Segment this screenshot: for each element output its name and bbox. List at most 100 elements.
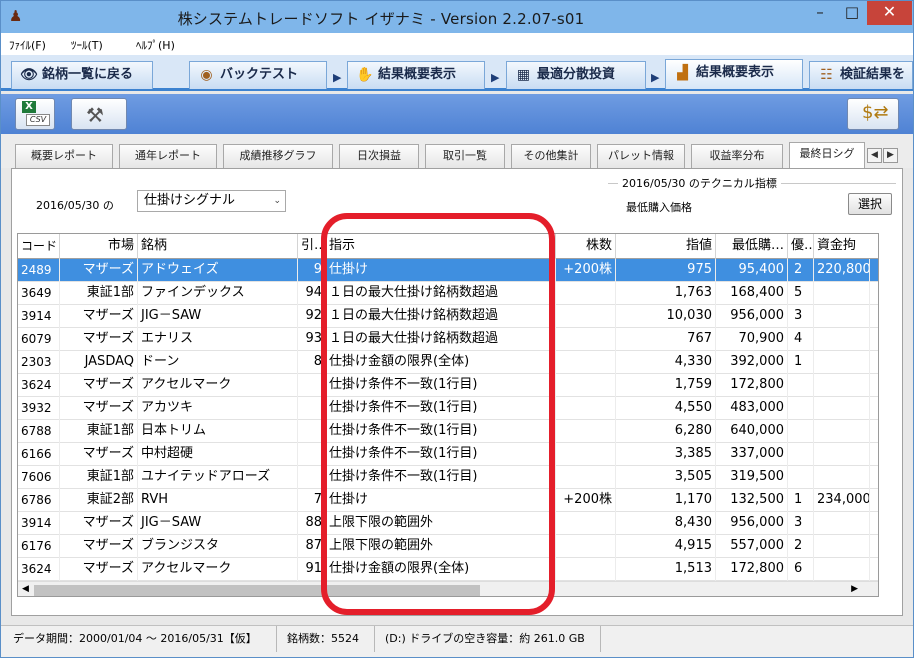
tab-prev-button[interactable]: ◀ bbox=[867, 148, 882, 163]
cell-code: 3914 bbox=[18, 305, 60, 328]
maximize-button[interactable]: □ bbox=[837, 1, 867, 25]
signal-type-select[interactable]: 仕掛けシグナル ⌄ bbox=[137, 190, 286, 212]
arrow-right-icon: ▶ bbox=[333, 71, 342, 84]
cell-fund bbox=[814, 328, 870, 351]
subtab-summary-report[interactable]: 概要レポート bbox=[15, 144, 113, 168]
column-header-priority[interactable]: 優… bbox=[788, 234, 814, 259]
subtab-performance-graph[interactable]: 成績推移グラフ bbox=[223, 144, 333, 168]
column-header-fund[interactable]: 資金拘 bbox=[814, 234, 878, 259]
title-bar[interactable]: ♟ 株システムトレードソフト イザナミ - Version 2.2.07-s01… bbox=[1, 1, 913, 33]
status-bar: データ期間：2000/01/04 ～ 2016/05/31【仮】 銘柄数：552… bbox=[1, 625, 913, 657]
cell-min-buy: 557,000 bbox=[716, 535, 788, 558]
tab-result-summary-2[interactable]: ▟ 結果概要表示 bbox=[665, 59, 803, 89]
status-data-period: データ期間：2000/01/04 ～ 2016/05/31【仮】 bbox=[9, 626, 277, 652]
menu-file[interactable]: ﾌｧｲﾙ(F) bbox=[9, 37, 46, 53]
cell-price: 3,385 bbox=[616, 443, 716, 466]
cell-code: 6786 bbox=[18, 489, 60, 512]
subtab-annual-report[interactable]: 通年レポート bbox=[119, 144, 217, 168]
cell-market: マザーズ bbox=[60, 443, 138, 466]
menu-help[interactable]: ﾍﾙﾌﾟ(H) bbox=[136, 37, 175, 53]
cell-priority: 2 bbox=[788, 535, 814, 558]
cell-shares bbox=[556, 512, 616, 535]
cell-market: 東証2部 bbox=[60, 489, 138, 512]
cell-market: 東証1部 bbox=[60, 282, 138, 305]
column-header-shares[interactable]: 株数 bbox=[556, 234, 616, 259]
indicator-label: 最低購入価格 bbox=[626, 201, 692, 214]
cell-priority: 3 bbox=[788, 305, 814, 328]
tab-label: 最適分散投資 bbox=[537, 67, 616, 82]
signal-type-value: 仕掛けシグナル bbox=[144, 193, 236, 208]
tab-back-to-list[interactable]: 👁 銘柄一覧に戻る bbox=[11, 61, 153, 89]
cell-min-buy: 70,900 bbox=[716, 328, 788, 351]
cell-code: 6788 bbox=[18, 420, 60, 443]
column-header-market[interactable]: 市場 bbox=[60, 234, 138, 259]
cell-price: 767 bbox=[616, 328, 716, 351]
tools-button[interactable]: ⚒ bbox=[71, 98, 127, 130]
subtab-palette-info[interactable]: パレット情報 bbox=[597, 144, 685, 168]
tab-label: 銘柄一覧に戻る bbox=[42, 67, 134, 82]
minimize-button[interactable]: – bbox=[803, 1, 837, 25]
close-button[interactable]: ✕ bbox=[867, 1, 912, 25]
tab-backtest[interactable]: ◉ バックテスト bbox=[189, 61, 327, 89]
money-icon: $⇄ bbox=[862, 102, 889, 123]
cell-market: 東証1部 bbox=[60, 420, 138, 443]
subtab-return-distribution[interactable]: 収益率分布 bbox=[691, 144, 783, 168]
column-header-code[interactable]: コード bbox=[18, 234, 60, 259]
sub-tab-bar: 概要レポート 通年レポート 成績推移グラフ 日次損益 取引一覧 その他集計 パレ… bbox=[1, 134, 913, 168]
cell-shares: +200株 bbox=[556, 259, 616, 282]
hand-chart-icon: ✋ bbox=[356, 67, 374, 83]
select-button[interactable]: 選択 bbox=[848, 193, 892, 215]
subtab-trade-list[interactable]: 取引一覧 bbox=[425, 144, 505, 168]
app-window: ♟ 株システムトレードソフト イザナミ - Version 2.2.07-s01… bbox=[0, 0, 914, 658]
indicator-group-title: 2016/05/30 のテクニカル指標 bbox=[618, 175, 781, 191]
column-header-price[interactable]: 指値 bbox=[616, 234, 716, 259]
cell-market: マザーズ bbox=[60, 535, 138, 558]
column-header-min-buy[interactable]: 最低購… bbox=[716, 234, 788, 259]
money-bag-icon: ◉ bbox=[200, 67, 213, 83]
arrow-right-icon: ▶ bbox=[651, 71, 660, 84]
cell-fund: 234,000 bbox=[814, 489, 870, 512]
subtab-last-day-signal[interactable]: 最終日シグ bbox=[789, 142, 865, 168]
tab-verification-result[interactable]: ☷ 検証結果を bbox=[809, 61, 913, 89]
cell-shares bbox=[556, 443, 616, 466]
cell-priority bbox=[788, 466, 814, 489]
column-header-name[interactable]: 銘柄 bbox=[138, 234, 298, 259]
cell-fund bbox=[814, 558, 870, 581]
cell-fund bbox=[814, 397, 870, 420]
cell-min-buy: 132,500 bbox=[716, 489, 788, 512]
cell-code: 7606 bbox=[18, 466, 60, 489]
tab-next-button[interactable]: ▶ bbox=[883, 148, 898, 163]
cell-name: アクセルマーク bbox=[138, 558, 298, 581]
cell-name: JIG－SAW bbox=[138, 305, 298, 328]
cell-fund bbox=[814, 351, 870, 374]
money-button[interactable]: $⇄ bbox=[847, 98, 899, 130]
cell-priority bbox=[788, 397, 814, 420]
scroll-right-icon[interactable]: ▶ bbox=[851, 584, 858, 594]
subtab-daily-pnl[interactable]: 日次損益 bbox=[339, 144, 419, 168]
cell-min-buy: 483,000 bbox=[716, 397, 788, 420]
cell-code: 3914 bbox=[18, 512, 60, 535]
cell-shares bbox=[556, 305, 616, 328]
cell-price: 975 bbox=[616, 259, 716, 282]
cell-name: ファインデックス bbox=[138, 282, 298, 305]
cell-shares bbox=[556, 328, 616, 351]
menu-tools[interactable]: ﾂｰﾙ(T) bbox=[71, 37, 103, 53]
cell-shares: +200株 bbox=[556, 489, 616, 512]
cell-fund bbox=[814, 374, 870, 397]
cell-code: 6166 bbox=[18, 443, 60, 466]
cell-min-buy: 956,000 bbox=[716, 305, 788, 328]
tab-result-summary-1[interactable]: ✋ 結果概要表示 bbox=[347, 61, 485, 89]
cell-price: 1,513 bbox=[616, 558, 716, 581]
cell-name: ブランジスタ bbox=[138, 535, 298, 558]
subtab-other-stats[interactable]: その他集計 bbox=[511, 144, 591, 168]
cell-shares bbox=[556, 282, 616, 305]
cell-market: JASDAQ bbox=[60, 351, 138, 374]
csv-export-button[interactable]: X CSV bbox=[15, 98, 55, 130]
tab-optimal-diversification[interactable]: ▦ 最適分散投資 bbox=[506, 61, 646, 89]
cell-name: アクセルマーク bbox=[138, 374, 298, 397]
cell-priority: 2 bbox=[788, 259, 814, 282]
cell-min-buy: 172,800 bbox=[716, 558, 788, 581]
cell-shares bbox=[556, 351, 616, 374]
cell-price: 1,759 bbox=[616, 374, 716, 397]
scroll-left-icon[interactable]: ◀ bbox=[22, 584, 29, 594]
